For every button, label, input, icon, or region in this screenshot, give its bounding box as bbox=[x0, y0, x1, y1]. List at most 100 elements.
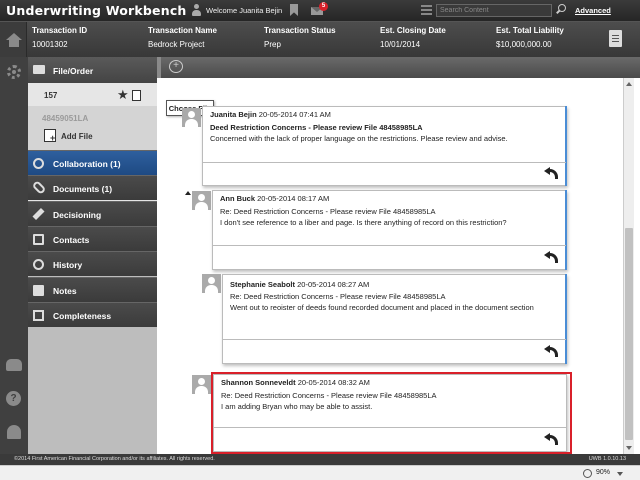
transaction-status: Transaction Status Prep bbox=[264, 26, 336, 49]
scroll-thumb[interactable] bbox=[625, 228, 633, 440]
user-icon bbox=[192, 4, 201, 17]
est-total-liability-value: $10,000,000.00 bbox=[496, 40, 552, 49]
reply-icon[interactable] bbox=[544, 433, 558, 445]
file-number[interactable]: 157 bbox=[44, 91, 57, 100]
top-bar: Underwriting Workbench Welcome Juanita B… bbox=[0, 0, 640, 21]
comment-author: Juanita Bejin bbox=[210, 110, 257, 119]
home-button[interactable] bbox=[0, 22, 27, 58]
transaction-status-value: Prep bbox=[264, 40, 281, 49]
nav-item-completeness[interactable]: Completeness bbox=[28, 302, 157, 327]
comment-card: Shannon Sonneveldt 20-05-2014 08:32 AM R… bbox=[213, 374, 567, 452]
nav-item-label: History bbox=[53, 260, 83, 270]
search-input[interactable] bbox=[436, 4, 552, 17]
comment-card: Juanita Bejin 20-05-2014 07:41 AM Deed R… bbox=[202, 106, 567, 186]
comment-timestamp: 20-05-2014 08:32 AM bbox=[297, 378, 370, 387]
file-order-label: File/Order bbox=[53, 66, 94, 76]
transaction-name-label: Transaction Name bbox=[148, 26, 217, 35]
collaboration-toolbar: + bbox=[157, 57, 640, 78]
status-bar: 90% bbox=[0, 465, 640, 480]
icon-rail: ? bbox=[0, 57, 28, 454]
expand-caret-icon[interactable] bbox=[185, 191, 191, 195]
checklist-icon bbox=[33, 310, 44, 321]
comment-title: Re: Deed Restriction Concerns - Please r… bbox=[220, 207, 436, 216]
avatar bbox=[202, 274, 221, 293]
comment-author: Stephanie Seabolt bbox=[230, 280, 296, 289]
comment-title: Deed Restriction Concerns - Please revie… bbox=[210, 123, 423, 132]
zoom-icon[interactable] bbox=[583, 469, 592, 478]
avatar bbox=[192, 191, 211, 210]
transaction-status-label: Transaction Status bbox=[264, 26, 336, 35]
nav-item-contacts[interactable]: Contacts bbox=[28, 226, 157, 251]
nav-item-decisioning[interactable]: Decisioning bbox=[28, 201, 157, 226]
file-id[interactable]: 48459051LA bbox=[42, 114, 88, 123]
nav-item-history[interactable]: History bbox=[28, 251, 157, 276]
nav-item-label: Notes bbox=[53, 286, 77, 296]
help-icon[interactable]: ? bbox=[6, 391, 21, 406]
footer: ©2014 First American Financial Corporati… bbox=[0, 454, 640, 465]
search-icon[interactable] bbox=[556, 4, 567, 15]
reply-icon[interactable] bbox=[544, 345, 558, 357]
folder-icon bbox=[33, 65, 45, 74]
nav-item-label: Contacts bbox=[53, 235, 90, 245]
transaction-id-label: Transaction ID bbox=[32, 26, 88, 35]
est-closing-date-label: Est. Closing Date bbox=[380, 26, 446, 35]
copyright-text: ©2014 First American Financial Corporati… bbox=[14, 456, 215, 462]
scroll-down-icon[interactable] bbox=[626, 446, 632, 450]
transaction-id: Transaction ID 10001302 bbox=[32, 26, 87, 49]
comment-body: Concerned with the lack of proper langua… bbox=[210, 134, 508, 143]
contacts-icon bbox=[33, 234, 44, 245]
avatar bbox=[192, 375, 211, 394]
avatar bbox=[182, 108, 201, 127]
notes-icon bbox=[33, 285, 44, 296]
est-closing-date-value: 10/01/2014 bbox=[380, 40, 421, 49]
scroll-up-icon[interactable] bbox=[626, 82, 632, 86]
transaction-id-value: 10001302 bbox=[32, 40, 68, 49]
comment-title: Re: Deed Restriction Concerns - Please r… bbox=[221, 391, 437, 400]
add-file-icon[interactable] bbox=[44, 129, 56, 143]
est-total-liability-label: Est. Total Liability bbox=[496, 26, 564, 35]
nav-item-documents[interactable]: Documents (1) bbox=[28, 175, 157, 200]
bookmark-icon[interactable] bbox=[290, 4, 298, 16]
star-icon[interactable]: ★ bbox=[117, 87, 129, 103]
list-icon[interactable] bbox=[421, 5, 432, 15]
app-title: Underwriting Workbench bbox=[6, 3, 187, 18]
comment-body: I am adding Bryan who may be able to ass… bbox=[221, 402, 373, 411]
zoom-level[interactable]: 90% bbox=[596, 469, 610, 476]
nav-item-notes[interactable]: Notes bbox=[28, 277, 157, 302]
pdf-icon[interactable] bbox=[132, 90, 141, 101]
collaboration-icon bbox=[33, 158, 44, 169]
comment-body: Went out to reoister of deeds found reco… bbox=[230, 303, 534, 312]
nav-item-label: Decisioning bbox=[53, 210, 102, 220]
reply-icon[interactable] bbox=[544, 251, 558, 263]
comment-title: Re: Deed Restriction Concerns - Please r… bbox=[230, 292, 446, 301]
nav-item-label: Documents (1) bbox=[53, 184, 113, 194]
comment-author: Ann Buck bbox=[220, 194, 256, 203]
est-total-liability: Est. Total Liability $10,000,000.00 bbox=[496, 26, 564, 49]
comment-thread: Choose File Juanita Bejin 20-05-2014 07:… bbox=[157, 78, 623, 454]
advanced-search-link[interactable]: Advanced bbox=[575, 6, 611, 15]
comment-timestamp: 20-05-2014 07:41 AM bbox=[258, 110, 331, 119]
file-order-header[interactable]: File/Order bbox=[28, 57, 157, 83]
comment-timestamp: 20-05-2014 08:17 AM bbox=[257, 194, 330, 203]
nav-item-collaboration[interactable]: Collaboration (1) bbox=[28, 150, 157, 175]
mail-count-badge: 5 bbox=[319, 2, 328, 11]
est-closing-date: Est. Closing Date 10/01/2014 bbox=[380, 26, 446, 49]
document-edit-icon[interactable] bbox=[609, 30, 622, 47]
comment-card: Stephanie Seabolt 20-05-2014 08:27 AM Re… bbox=[222, 274, 567, 364]
add-comment-icon[interactable]: + bbox=[169, 60, 183, 73]
version-text: UWB 1.0.10.13 bbox=[588, 456, 626, 462]
add-file-button[interactable]: Add File bbox=[61, 132, 93, 141]
comment-author: Shannon Sonneveldt bbox=[221, 378, 296, 387]
phone-icon[interactable] bbox=[6, 359, 22, 371]
bell-icon[interactable] bbox=[7, 425, 21, 439]
comment-timestamp: 20-05-2014 08:27 AM bbox=[297, 280, 370, 289]
zoom-dropdown-icon[interactable] bbox=[617, 472, 623, 476]
nav-item-label: Collaboration (1) bbox=[53, 159, 121, 169]
gear-icon[interactable] bbox=[7, 65, 21, 79]
gavel-icon bbox=[32, 207, 45, 221]
transaction-header: Transaction ID 10001302 Transaction Name… bbox=[0, 21, 640, 58]
thread-scrollbar[interactable] bbox=[623, 78, 634, 454]
reply-icon[interactable] bbox=[544, 167, 558, 179]
transaction-name: Transaction Name Bedrock Project bbox=[148, 26, 217, 49]
paperclip-icon bbox=[31, 180, 47, 195]
